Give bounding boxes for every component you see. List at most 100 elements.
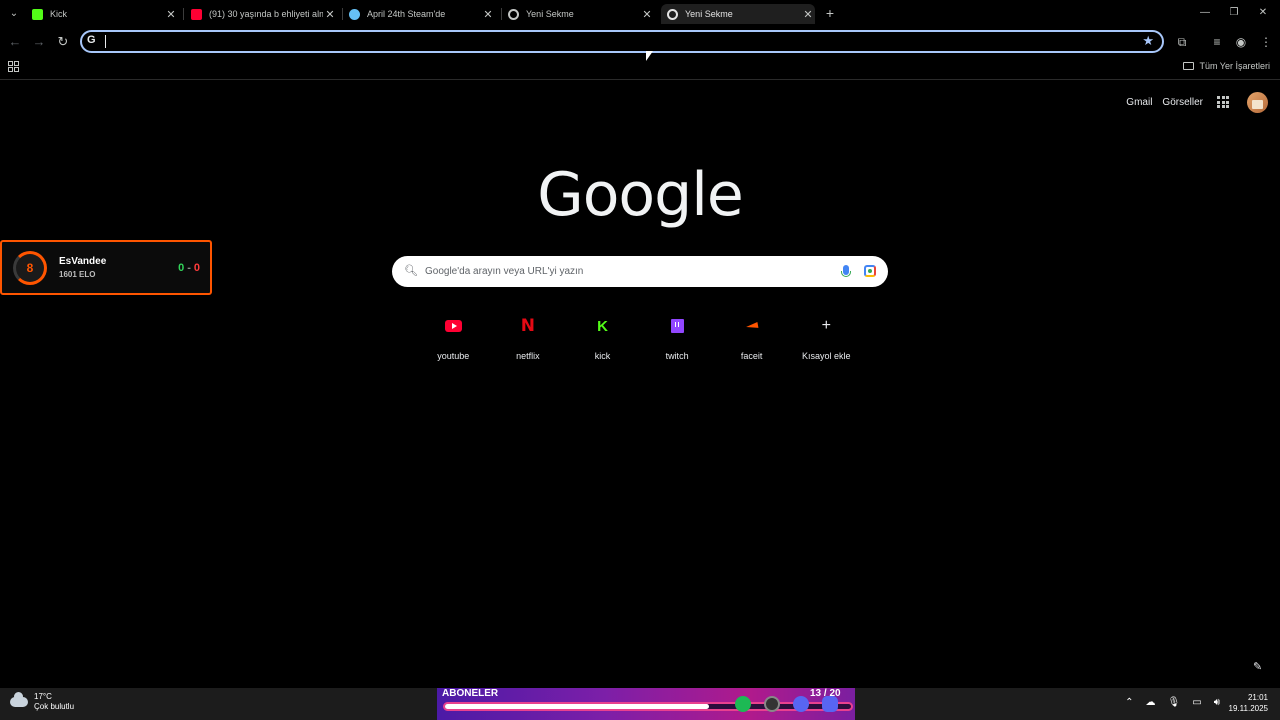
avatar[interactable]	[1247, 91, 1268, 113]
google-lens-icon[interactable]	[864, 265, 876, 277]
address-bar[interactable]: G ★	[80, 30, 1164, 53]
discord-icon[interactable]	[822, 696, 838, 712]
google-logo: Google	[537, 160, 744, 230]
plus-icon: +	[821, 317, 831, 334]
kick-icon	[32, 8, 43, 20]
netflix-icon: N	[520, 316, 535, 336]
shortcut-label: twitch	[665, 351, 689, 361]
cloud-icon	[10, 692, 28, 707]
shortcuts-grid: youtube N netflix K kick twitch faceit +…	[416, 308, 864, 374]
tab-search-button[interactable]: ⌄	[6, 6, 22, 22]
shortcut-icon-tile: +	[808, 308, 844, 344]
volume-icon[interactable]: 🔊︎	[1214, 697, 1220, 708]
kick-icon: K	[597, 317, 608, 335]
shortcut-netflix[interactable]: N netflix	[491, 308, 566, 374]
tab-strip: ⌄ Kick ✕ (91) 30 yaşında b ehliyeti alma…	[0, 0, 1280, 28]
mouse-cursor	[646, 51, 653, 61]
close-icon[interactable]: ✕	[164, 8, 178, 21]
bookmark-star-icon[interactable]: ★	[1142, 33, 1154, 49]
chrome-icon	[508, 8, 519, 20]
tab-title: April 24th Steam'de	[367, 9, 446, 19]
search-input[interactable]	[425, 262, 825, 281]
extensions-icon[interactable]: ⧉	[1174, 34, 1190, 50]
chrome-icon	[667, 8, 678, 20]
system-tray: ⌃ ☁ 🎙︎ ▭ 🔊︎	[1113, 697, 1220, 708]
search-box[interactable]: 🔍︎	[392, 256, 888, 287]
apps-shortcut-icon[interactable]	[8, 61, 19, 72]
taskbar-clock[interactable]: 21:01 19.11.2025	[1229, 692, 1268, 714]
shortcut-add[interactable]: + Kısayol ekle	[789, 308, 864, 374]
faceit-elo: 1601 ELO	[59, 270, 96, 279]
google-apps-icon[interactable]	[1217, 96, 1229, 108]
chevron-up-icon[interactable]: ⌃	[1125, 697, 1133, 708]
microphone-icon[interactable]	[841, 265, 851, 277]
tab-title: Kick	[50, 9, 68, 19]
bookmarks-bar: Tüm Yer İşaretleri	[0, 56, 1280, 80]
spotify-icon[interactable]	[735, 696, 751, 712]
browser-toolbar: ← → ↻ G ★ ⧉ ≡ ◉ ⋮	[0, 28, 1280, 56]
back-button[interactable]: ←	[7, 34, 23, 50]
shortcut-label: faceit	[740, 351, 763, 361]
images-link[interactable]: Görseller	[1162, 97, 1203, 108]
tab-separator	[183, 8, 184, 20]
shortcut-icon-tile	[659, 308, 695, 344]
shortcut-icon-tile: K	[584, 308, 620, 344]
shortcut-kick[interactable]: K kick	[565, 308, 640, 374]
forward-button[interactable]: →	[31, 34, 47, 50]
reload-button[interactable]: ↻	[55, 34, 71, 50]
weather-desc: Çok bulutlu	[34, 702, 75, 711]
shortcut-label: Kısayol ekle	[802, 351, 851, 361]
minimize-button[interactable]: —	[1198, 6, 1212, 20]
faceit-wins: 0	[178, 262, 185, 274]
app-icon[interactable]	[764, 696, 780, 712]
tab-youtube[interactable]: (91) 30 yaşında b ehliyeti almak ✕	[191, 4, 337, 24]
tab-kick[interactable]: Kick ✕	[32, 4, 178, 24]
faceit-losses: 0	[193, 262, 200, 274]
address-input[interactable]	[106, 33, 1126, 50]
weather-widget[interactable]: 17°C Çok bulutlu	[10, 692, 74, 712]
menu-icon[interactable]: ⋮	[1258, 34, 1274, 50]
close-icon[interactable]: ✕	[801, 8, 815, 21]
tab-separator	[342, 8, 343, 20]
tab-title: (91) 30 yaşında b ehliyeti almak	[209, 9, 323, 19]
microphone-icon[interactable]: 🎙︎	[1168, 697, 1181, 708]
new-tab-button[interactable]: +	[823, 6, 837, 20]
tab-title: Yeni Sekme	[526, 9, 574, 19]
shortcut-label: kick	[594, 351, 611, 361]
steam-icon	[349, 8, 360, 20]
network-icon[interactable]: ▭	[1192, 697, 1201, 708]
close-icon[interactable]: ✕	[323, 8, 337, 21]
shortcut-youtube[interactable]: youtube	[416, 308, 491, 374]
shortcut-faceit[interactable]: faceit	[714, 308, 789, 374]
gmail-link[interactable]: Gmail	[1126, 97, 1152, 108]
search-icon: 🔍︎	[404, 265, 418, 277]
tab-title: Yeni Sekme	[685, 9, 733, 19]
shortcut-label: youtube	[437, 351, 470, 361]
all-bookmarks-label: Tüm Yer İşaretleri	[1199, 61, 1270, 71]
faceit-widget[interactable]: 8 EsVandee 1601 ELO 0-0	[0, 240, 212, 295]
close-icon[interactable]: ✕	[640, 8, 654, 21]
shortcut-twitch[interactable]: twitch	[640, 308, 715, 374]
tab-steam[interactable]: April 24th Steam'de ✕	[349, 4, 495, 24]
app-icon[interactable]	[793, 696, 809, 712]
youtube-icon	[444, 320, 462, 332]
date: 19.11.2025	[1228, 704, 1268, 713]
overlay-title: ABONELER	[442, 688, 499, 699]
close-icon[interactable]: ✕	[481, 8, 495, 21]
customize-pencil-icon[interactable]: ✎	[1253, 660, 1262, 673]
faceit-score-separator: -	[187, 262, 191, 274]
profile-icon[interactable]: ◉	[1233, 34, 1249, 50]
tab-new-tab-active[interactable]: Yeni Sekme ✕	[661, 4, 815, 24]
window-close-button[interactable]: ✕	[1256, 6, 1270, 20]
tab-new-tab[interactable]: Yeni Sekme ✕	[508, 4, 654, 24]
twitch-icon	[670, 319, 684, 333]
faceit-level-badge: 8	[13, 251, 47, 285]
google-icon: G	[87, 34, 96, 46]
reading-list-icon[interactable]: ≡	[1209, 34, 1225, 50]
restore-button[interactable]: ❐	[1227, 6, 1241, 20]
all-bookmarks-button[interactable]: Tüm Yer İşaretleri	[1183, 61, 1270, 71]
faceit-player-name: EsVandee	[59, 256, 107, 267]
shortcut-icon-tile	[734, 308, 770, 344]
faceit-score: 0-0	[178, 262, 200, 274]
onedrive-cloud-icon[interactable]: ☁	[1146, 697, 1156, 708]
